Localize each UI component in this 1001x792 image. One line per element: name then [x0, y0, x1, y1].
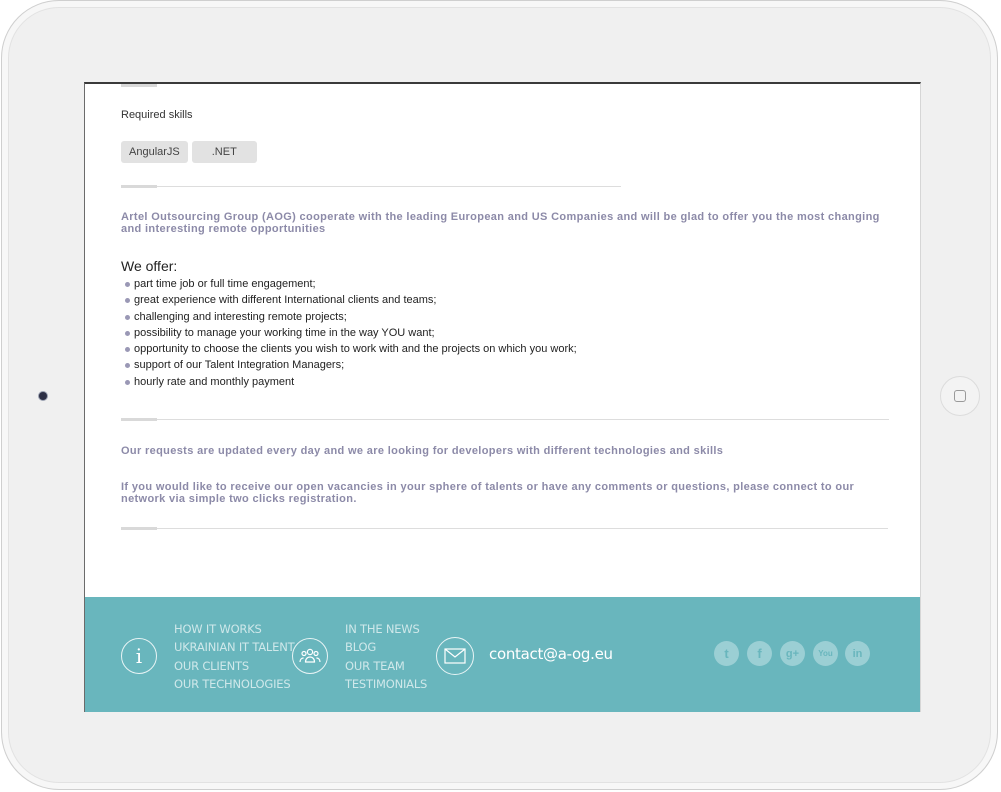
twitter-icon[interactable]: t [714, 641, 739, 666]
skill-tag[interactable]: .NET [191, 141, 257, 163]
skill-tags: AngularJS .NET [121, 141, 257, 163]
offer-title: We offer: [121, 258, 178, 274]
youtube-icon[interactable]: You [813, 641, 838, 666]
footer-link-testimonials[interactable]: TESTIMONIALS [345, 675, 427, 693]
skill-tag[interactable]: AngularJS [121, 141, 188, 163]
footer-link-our-team[interactable]: OUR TEAM [345, 657, 427, 675]
footer-link-how-it-works[interactable]: HOW IT WORKS [174, 620, 294, 638]
list-item: support of our Talent Integration Manage… [124, 357, 577, 373]
mail-icon [436, 637, 474, 675]
mail-icon-svg [444, 648, 466, 664]
camera [38, 391, 48, 401]
home-button-icon [954, 390, 966, 402]
intro-text: Artel Outsourcing Group (AOG) cooperate … [121, 211, 880, 235]
list-item: challenging and interesting remote proje… [124, 309, 577, 325]
cta-text: If you would like to receive our open va… [121, 481, 855, 505]
people-icon-svg [299, 648, 321, 663]
section-divider-accent [121, 185, 157, 188]
home-button[interactable] [940, 376, 980, 416]
footer-link-in-the-news[interactable]: IN THE NEWS [345, 620, 427, 638]
tablet-frame: Required skills AngularJS .NET Artel Out… [1, 0, 998, 790]
contact-email[interactable]: contact@a-og.eu [489, 645, 613, 663]
footer-link-ukrainian-it-talent[interactable]: UKRAINIAN IT TALENT [174, 638, 295, 656]
list-item: part time job or full time engagement; [124, 276, 577, 292]
footer-nav-col1: HOW IT WORKS UKRAINIAN IT TALENT OUR CLI… [174, 620, 295, 693]
divider [121, 419, 889, 420]
screen: Required skills AngularJS .NET Artel Out… [84, 82, 921, 712]
updates-text: Our requests are updated every day and w… [121, 445, 724, 457]
divider [121, 528, 888, 529]
section-divider-accent [121, 84, 157, 87]
footer-nav-col2: IN THE NEWS BLOG OUR TEAM TESTIMONIALS [345, 620, 427, 693]
list-item: great experience with different Internat… [124, 292, 577, 308]
footer-link-blog[interactable]: BLOG [345, 638, 427, 656]
people-icon [292, 638, 328, 674]
section-divider-accent [121, 418, 157, 421]
required-skills-label: Required skills [121, 109, 193, 121]
info-icon: i [121, 638, 157, 674]
divider [121, 186, 621, 187]
linkedin-icon[interactable]: in [845, 641, 870, 666]
offer-list: part time job or full time engagement; g… [124, 276, 577, 390]
section-divider-accent [121, 527, 157, 530]
facebook-icon[interactable]: f [747, 641, 772, 666]
google-plus-icon[interactable]: g+ [780, 641, 805, 666]
list-item: possibility to manage your working time … [124, 325, 577, 341]
footer-link-our-clients[interactable]: OUR CLIENTS [174, 657, 294, 675]
list-item: opportunity to choose the clients you wi… [124, 341, 577, 357]
site-footer: i HOW IT WORKS UKRAINIAN IT TALENT OUR C… [85, 597, 920, 712]
list-item: hourly rate and monthly payment [124, 374, 577, 390]
footer-link-our-technologies[interactable]: OUR TECHNOLOGIES [174, 675, 294, 693]
